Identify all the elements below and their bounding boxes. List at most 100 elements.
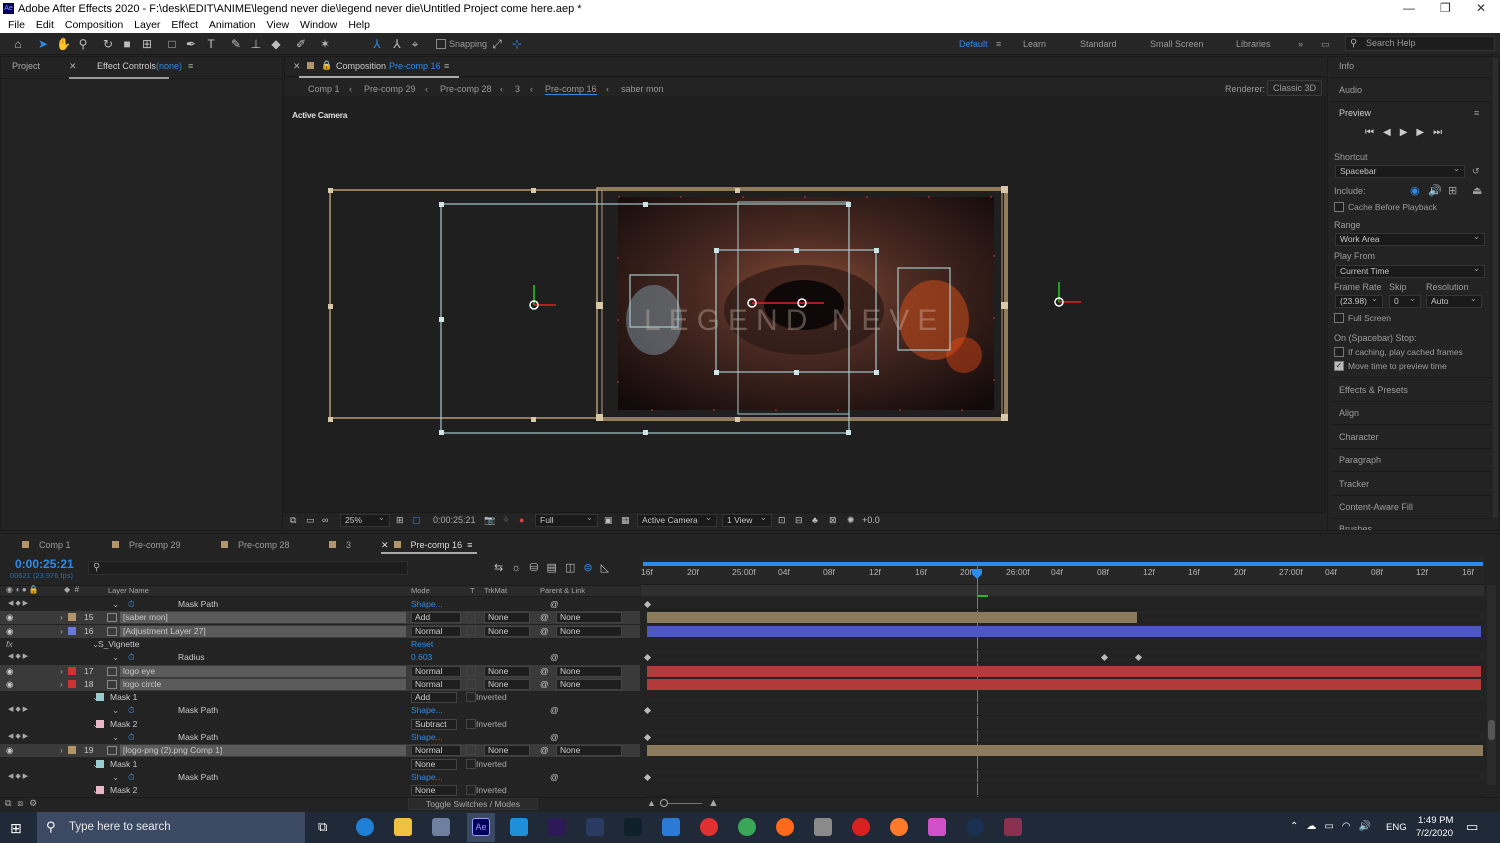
twirl-icon[interactable]: › (60, 626, 63, 636)
app-icon-6[interactable] (548, 818, 566, 836)
layer-row[interactable]: ◉ › 16 [Adjustment Layer 27] Normal None @ None (0, 625, 640, 638)
notifications-icon[interactable]: ▭ (1466, 819, 1478, 835)
property-row[interactable]: ⌄Mask 1NoneInverted (0, 758, 640, 771)
snap-features-icon[interactable]: ⊹ (510, 37, 524, 51)
twirl-icon[interactable]: › (60, 679, 63, 689)
viewer-timecode[interactable]: 0:00:25:21 (433, 515, 476, 525)
camera-view-dropdown[interactable]: Active Camera (637, 512, 717, 527)
channel-icon[interactable]: ● (519, 515, 524, 525)
include-layers-icon[interactable]: ⏏ (1472, 184, 1482, 197)
trkmat-dropdown[interactable]: None (484, 679, 530, 690)
shortcut-dropdown[interactable]: Spacebar (1335, 163, 1465, 178)
pen-tool-icon[interactable]: ✒ (184, 37, 198, 51)
stopwatch-icon[interactable]: ⏱ (128, 705, 135, 716)
pickwhip-icon[interactable]: @ (540, 626, 549, 636)
lock-icon[interactable]: 🔒 (321, 60, 332, 71)
mask-color-icon[interactable] (96, 786, 104, 794)
track-lane[interactable] (645, 625, 1485, 637)
parent-dropdown[interactable]: None (556, 612, 622, 623)
chrome-icon[interactable] (738, 818, 756, 836)
shy-icon[interactable]: ⛁ (529, 562, 546, 574)
panel-brushes[interactable]: Brushes (1339, 524, 1372, 530)
search-help-input[interactable]: Search Help (1345, 36, 1495, 51)
views-layout-dropdown[interactable]: 1 View (722, 512, 772, 527)
layer-row[interactable]: ◉ › 15 [saber mon] Add None @ None (0, 611, 640, 624)
property-value[interactable]: Shape... (411, 705, 443, 715)
menu-file[interactable]: File (8, 18, 25, 33)
frame-blending-icon[interactable]: ▤ (547, 562, 565, 574)
edge-icon[interactable] (356, 818, 374, 836)
keyframe[interactable] (1134, 653, 1143, 662)
world-axis-icon[interactable]: ⅄ (390, 37, 404, 51)
panel-paragraph[interactable]: Paragraph (1339, 455, 1381, 465)
track-lane[interactable] (643, 598, 1485, 610)
camera-tool-icon[interactable]: ■ (120, 37, 134, 51)
mail-icon[interactable] (662, 818, 680, 836)
preserve-transparency-toggle[interactable] (466, 679, 476, 689)
parent-dropdown[interactable]: None (556, 745, 622, 756)
layer-name[interactable]: [Adjustment Layer 27] (120, 626, 406, 637)
preserve-transparency-toggle[interactable] (466, 745, 476, 755)
property-value[interactable]: Shape... (411, 599, 443, 609)
play-icon[interactable]: ▶ (1400, 127, 1417, 138)
timeline-extra-icon[interactable]: ◺ (601, 562, 617, 574)
mask-color-icon[interactable] (96, 760, 104, 768)
opera-icon[interactable] (700, 818, 718, 836)
language-indicator[interactable]: ENG (1386, 822, 1407, 833)
include-audio-icon[interactable]: 🔊 (1428, 184, 1442, 197)
timeline-icon[interactable]: ⊠ (829, 515, 837, 526)
blend-mode-dropdown[interactable]: Normal (411, 679, 461, 690)
app-icon-8[interactable] (624, 818, 642, 836)
roto-brush-tool-icon[interactable]: ✐ (294, 37, 308, 51)
cache-before-playback-checkbox[interactable] (1334, 202, 1344, 212)
rectangle-tool-icon[interactable]: □ (165, 37, 179, 51)
tab-project[interactable]: Project (12, 61, 40, 71)
pickwhip-icon[interactable]: @ (540, 666, 549, 676)
property-row[interactable]: ◀ ◆ ▶ ⌄ ⏱ Mask Path Shape... @ (0, 731, 640, 744)
visibility-eye-icon[interactable]: ◉ (6, 666, 13, 677)
after-effects-taskbar-icon[interactable]: Ae (472, 818, 490, 836)
first-frame-icon[interactable]: ⏮ (1365, 127, 1383, 138)
layer-name[interactable]: [saber mon] (120, 612, 406, 623)
keyframe[interactable] (1100, 653, 1109, 662)
comp-header-name[interactable]: Pre-comp 16 (389, 61, 441, 71)
property-value[interactable]: Reset (411, 639, 433, 649)
keyframe[interactable] (643, 773, 652, 782)
play-from-dropdown[interactable]: Current Time (1335, 263, 1485, 278)
reset-shortcut-icon[interactable]: ↺ (1472, 166, 1480, 177)
track-lane[interactable] (645, 691, 1485, 703)
track-lane[interactable] (645, 744, 1485, 756)
twirl-icon[interactable]: ⌄ (112, 732, 119, 743)
app-icon-13[interactable] (814, 818, 832, 836)
preview-menu-icon[interactable]: ≡ (1474, 108, 1479, 118)
layer-duration-bar[interactable] (647, 745, 1483, 756)
comp-mini-flowchart-icon[interactable]: ⇆ (494, 562, 511, 574)
blend-mode-dropdown[interactable]: Normal (411, 626, 461, 637)
menu-help[interactable]: Help (348, 18, 370, 33)
twirl-icon[interactable]: › (60, 745, 63, 755)
menu-window[interactable]: Window (300, 18, 337, 33)
close-icon[interactable]: ✕ (1476, 1, 1486, 15)
menu-effect[interactable]: Effect (171, 18, 198, 33)
clock-time[interactable]: 1:49 PM (1418, 815, 1453, 826)
motion-blur-icon[interactable]: ◫ (565, 562, 583, 574)
keyframe-nav-icon[interactable]: ◀ ◆ ▶ (8, 732, 28, 740)
track-lane[interactable] (643, 771, 1485, 783)
itunes-icon[interactable] (928, 818, 946, 836)
right-panel-scrollbar[interactable] (1493, 58, 1498, 518)
keyframe[interactable] (643, 653, 652, 662)
view-axis-icon[interactable]: ⌖ (408, 37, 422, 51)
zoom-out-icon[interactable]: ▲ (647, 798, 656, 808)
panel-info[interactable]: Info (1339, 61, 1354, 71)
tab-comp-1[interactable]: Comp 1 (22, 540, 71, 550)
workspace-default[interactable]: Default (959, 39, 988, 49)
keyframe[interactable] (643, 600, 652, 609)
property-row[interactable]: ⌄Mask 2NoneInverted (0, 784, 640, 797)
system-tray-icons[interactable]: ⌃☁▭◠🔊 (1290, 821, 1379, 832)
breadcrumb-pre-comp-28[interactable]: Pre-comp 28 (440, 84, 492, 94)
camera-gizmo-right[interactable] (1054, 282, 1081, 307)
label-color-icon[interactable] (68, 667, 76, 675)
parent-dropdown[interactable]: None (556, 626, 622, 637)
stopwatch-icon[interactable]: ⏱ (128, 732, 135, 743)
resolution-dropdown[interactable]: Full (535, 512, 598, 527)
